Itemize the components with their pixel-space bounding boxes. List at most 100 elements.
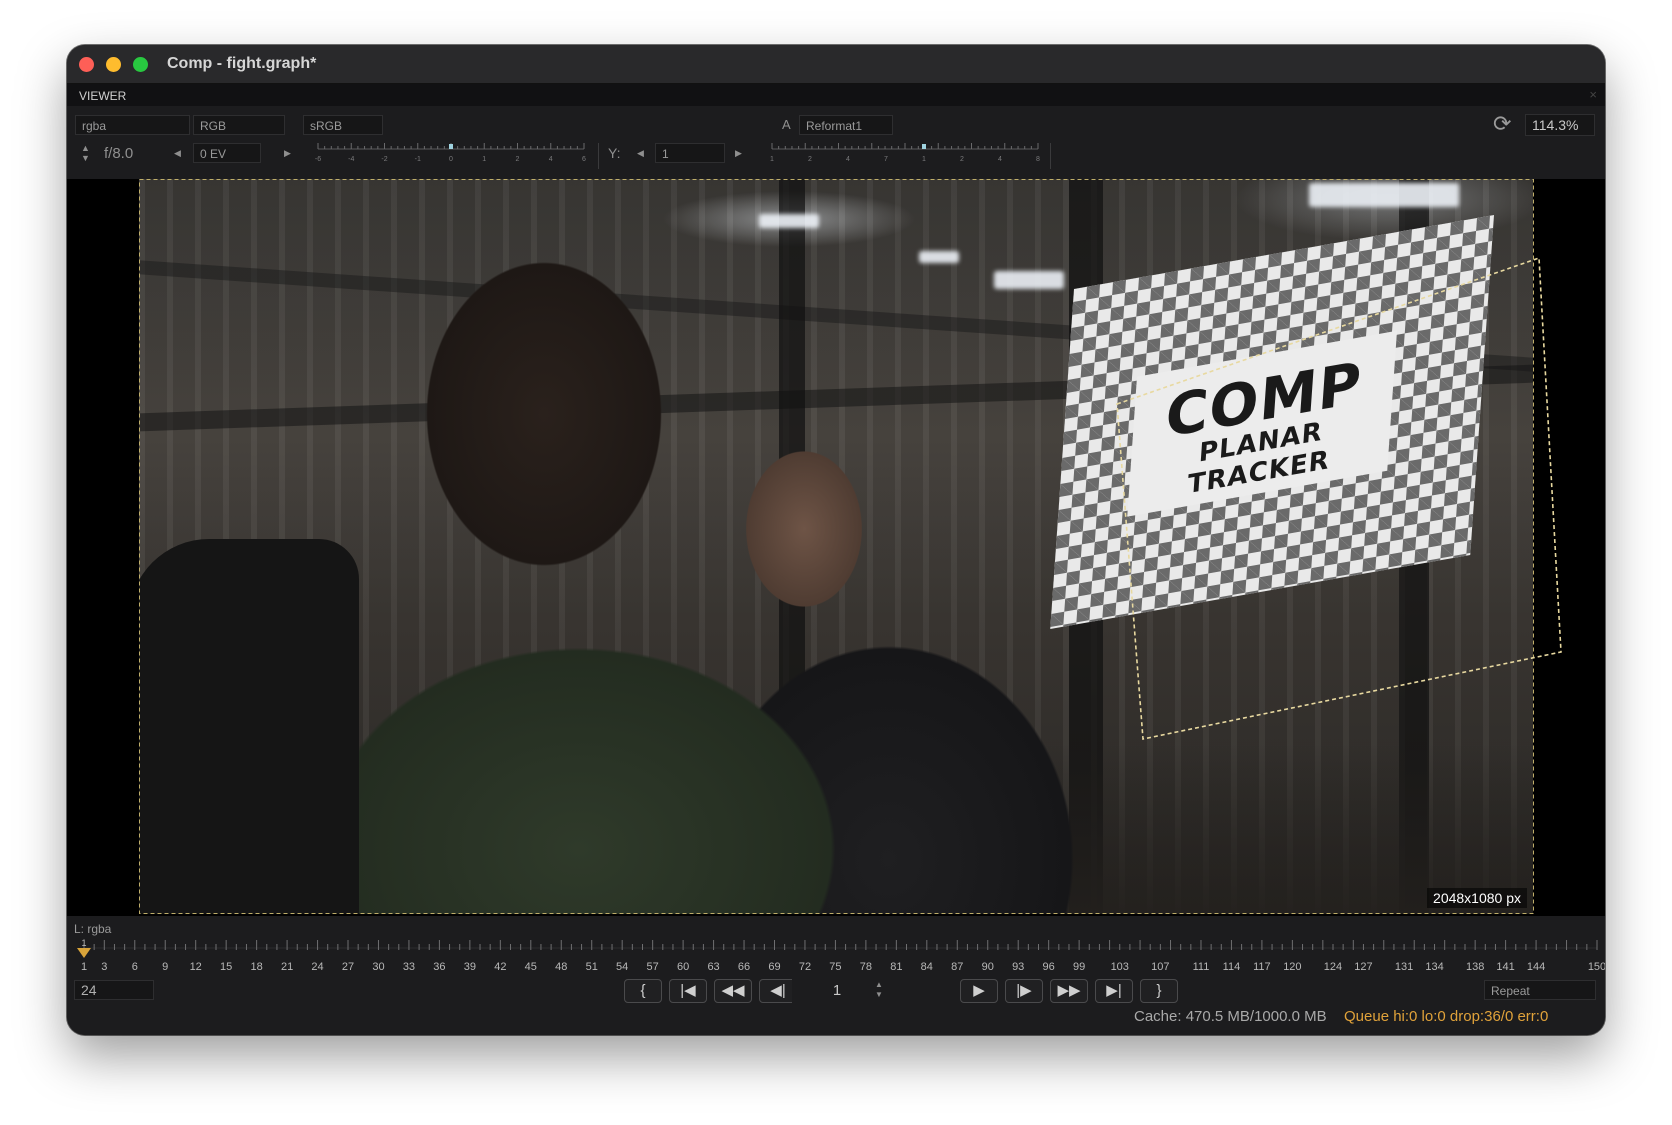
viewer-viewport[interactable]: COMP PLANAR TRACKER 2048x1080 px	[67, 179, 1605, 916]
slider-tick-label: 2	[516, 156, 520, 163]
viewer-panel-header: VIEWER ×	[67, 84, 1605, 106]
timeline-label: 93	[1012, 961, 1024, 973]
gamma-increment-icon[interactable]: ▶	[735, 148, 742, 159]
timeline-label: 107	[1151, 961, 1169, 973]
timeline-label: 45	[525, 961, 537, 973]
slider-tick-label: -4	[348, 156, 354, 163]
minimize-window-button[interactable]	[106, 57, 121, 72]
colorspace-select[interactable]: RGB	[193, 115, 285, 135]
timeline-label: 42	[494, 961, 506, 973]
slider-tick-label: 8	[1036, 156, 1040, 163]
fps-field[interactable]: 24	[74, 980, 154, 1000]
close-icon[interactable]: ×	[1589, 87, 1597, 102]
timeline-label: 60	[677, 961, 689, 973]
set-out-point-button[interactable]: }	[1140, 979, 1178, 1003]
timeline-label: 3	[101, 961, 107, 973]
slider-tick-label: 1	[482, 156, 486, 163]
timeline-label: 66	[738, 961, 750, 973]
timeline-panel: L: rgba 1 3 6 9 12 15 18 21 24 27 30 33 36 39 42 45 48 51…	[67, 916, 1605, 1035]
exposure-increment-icon[interactable]: ▶	[284, 148, 291, 159]
play-forward-button[interactable]: ▶	[960, 979, 998, 1003]
exposure-decrement-icon[interactable]: ◀	[174, 148, 181, 159]
gamma-field[interactable]: 1	[655, 143, 725, 163]
loop-mode-select[interactable]: Repeat	[1484, 980, 1596, 1000]
cache-status: Cache: 470.5 MB/1000.0 MB	[1134, 1008, 1327, 1025]
timeline-label: 81	[890, 961, 902, 973]
timeline-label: 131	[1395, 961, 1413, 973]
timeline-label: 75	[829, 961, 841, 973]
gamma-decrement-icon[interactable]: ◀	[637, 148, 644, 159]
layer-label: L: rgba	[74, 922, 112, 936]
timeline-label: 117	[1253, 961, 1271, 973]
timeline-label: 57	[647, 961, 659, 973]
exposure-field[interactable]: 0 EV	[193, 143, 261, 163]
step-forward-button[interactable]: |▶	[1005, 979, 1043, 1003]
viewer-tab[interactable]: VIEWER	[79, 89, 126, 103]
fstop-value: f/8.0	[104, 145, 134, 162]
timeline-label: 127	[1354, 961, 1372, 973]
first-frame-button[interactable]: |◀	[669, 979, 707, 1003]
timeline-label: 103	[1111, 961, 1129, 973]
timeline-label: 27	[342, 961, 354, 973]
actor-foreground	[139, 209, 1039, 914]
backpack	[139, 539, 359, 914]
slider-tick-label: -6	[315, 156, 321, 163]
play-icon: ▶	[973, 982, 985, 999]
current-frame-field[interactable]: 1	[792, 979, 882, 1003]
close-window-button[interactable]	[79, 57, 94, 72]
slider-handle	[922, 144, 926, 149]
timeline-label: 12	[190, 961, 202, 973]
slider-tick-label: 4	[846, 156, 850, 163]
timeline-label: 51	[586, 961, 598, 973]
timeline-label: 63	[707, 961, 719, 973]
channels-select[interactable]: rgba	[75, 115, 190, 135]
exposure-slider[interactable]: -6 -4 -2 -1 0 1 2 4 6	[310, 140, 592, 166]
timeline-label: 9	[162, 961, 168, 973]
maximize-window-button[interactable]	[133, 57, 148, 72]
timeline-label: 138	[1466, 961, 1484, 973]
timeline-label: 15	[220, 961, 232, 973]
previous-keyframe-button[interactable]: ◀◀	[714, 979, 752, 1003]
display-select[interactable]: sRGB	[303, 115, 383, 135]
toolbar-divider	[1050, 143, 1051, 169]
skip-to-start-icon: |◀	[680, 982, 696, 999]
slider-tick-label: 2	[960, 156, 964, 163]
timeline-label: 69	[768, 961, 780, 973]
slider-tick-label: 1	[770, 156, 774, 163]
exposure-slider-track[interactable]: -6 -4 -2 -1 0 1 2 4 6	[310, 140, 592, 166]
frame-stepper[interactable]: ▲ ▼	[875, 980, 883, 1000]
refresh-icon[interactable]: ⟳	[1493, 111, 1511, 137]
input-a-label: A	[782, 117, 791, 132]
timeline-label: 134	[1425, 961, 1443, 973]
timeline-label: 99	[1073, 961, 1085, 973]
playhead-marker[interactable]	[77, 948, 91, 958]
timeline-ruler[interactable]: 1 3 6 9 12 15 18 21 24 27 30 33 36 39 42 45 48 51 54 57 60 63…	[67, 936, 1605, 976]
fstop-stepper[interactable]: ▲ ▼	[81, 143, 90, 163]
image-frame: COMP PLANAR TRACKER	[139, 179, 1533, 914]
timeline-label: 39	[464, 961, 476, 973]
slider-tick-label: 0	[449, 156, 453, 163]
zoom-field[interactable]: 114.3%	[1525, 114, 1595, 136]
gamma-slider-track[interactable]: 1 2 4 7 1 2 4 8	[764, 140, 1046, 166]
toolbar-divider	[598, 143, 599, 169]
gamma-slider[interactable]: 1 2 4 7 1 2 4 8	[764, 140, 1046, 166]
timeline-label: 48	[555, 961, 567, 973]
step-forward-icon: |▶	[1016, 982, 1032, 999]
timeline-label: 111	[1193, 961, 1210, 973]
set-in-point-button[interactable]: {	[624, 979, 662, 1003]
timeline-label: 150	[1588, 961, 1605, 973]
timeline-label: 24	[311, 961, 323, 973]
timeline-label: 124	[1324, 961, 1342, 973]
input-node-select[interactable]: Reformat1	[799, 115, 893, 135]
slider-tick-label: 6	[582, 156, 586, 163]
timeline-label: 21	[281, 961, 293, 973]
last-frame-button[interactable]: ▶|	[1095, 979, 1133, 1003]
timeline-label: 36	[433, 961, 445, 973]
slider-tick-label: 1	[922, 156, 926, 163]
slider-tick-label: -1	[415, 156, 421, 163]
slider-tick-label: 4	[998, 156, 1002, 163]
next-keyframe-button[interactable]: ▶▶	[1050, 979, 1088, 1003]
app-window: Comp - fight.graph* VIEWER × rgba RGB sR…	[67, 45, 1605, 1035]
slider-tick-label: 4	[549, 156, 553, 163]
timeline-label: 30	[372, 961, 384, 973]
